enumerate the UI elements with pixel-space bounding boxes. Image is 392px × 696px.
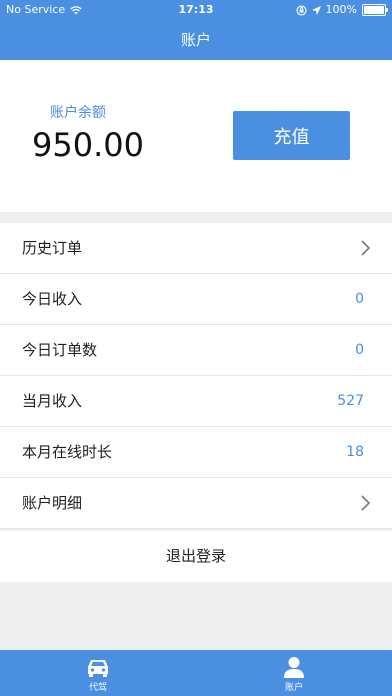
- menu-item-value: 0: [355, 342, 364, 358]
- chevron-right-icon: [361, 495, 370, 511]
- account-menu-list: 历史订单 今日收入 0 今日订单数 0 当月收入 527 本月在线时长 18 账…: [0, 223, 392, 529]
- tab-account[interactable]: 账户: [196, 650, 392, 696]
- balance-card: 账户余额 950.00 充值: [0, 60, 392, 212]
- logout-button[interactable]: 退出登录: [0, 531, 392, 582]
- menu-item-today-income: 今日收入 0: [0, 274, 392, 325]
- menu-item-label: 今日收入: [22, 290, 83, 308]
- menu-item-value: 0: [355, 291, 364, 307]
- location-arrow-icon: [311, 5, 321, 15]
- orientation-lock-icon: [295, 4, 307, 16]
- menu-item-label: 今日订单数: [22, 341, 98, 359]
- menu-item-today-orders: 今日订单数 0: [0, 325, 392, 376]
- recharge-button[interactable]: 充值: [233, 111, 350, 160]
- top-bar: No Service 17:13 100% 账户: [0, 0, 392, 60]
- menu-item-value: 18: [346, 444, 364, 460]
- balance-value: 950.00: [32, 126, 144, 164]
- tab-label: 代驾: [88, 683, 107, 693]
- status-bar: No Service 17:13 100%: [0, 0, 392, 20]
- menu-item-label: 当月收入: [22, 392, 83, 410]
- user-icon: [284, 657, 304, 678]
- menu-item-month-income: 当月收入 527: [0, 376, 392, 427]
- battery-percent: 100%: [325, 3, 357, 16]
- menu-item-order-history[interactable]: 历史订单: [0, 223, 392, 274]
- balance-label: 账户余额: [50, 105, 106, 121]
- menu-item-label: 历史订单: [22, 239, 83, 257]
- battery-icon: [362, 4, 388, 16]
- chevron-right-icon: [361, 240, 370, 256]
- page-title: 账户: [180, 31, 211, 49]
- menu-item-value: 527: [337, 393, 364, 409]
- menu-item-label: 本月在线时长: [22, 443, 113, 461]
- menu-item-label: 账户明细: [22, 494, 83, 512]
- tab-driving[interactable]: 代驾: [0, 650, 196, 696]
- menu-item-account-details[interactable]: 账户明细: [0, 478, 392, 529]
- car-icon: [88, 660, 108, 677]
- tab-bar: 代驾 账户: [0, 650, 392, 696]
- menu-item-month-online-hours: 本月在线时长 18: [0, 427, 392, 478]
- tab-label: 账户: [284, 683, 303, 693]
